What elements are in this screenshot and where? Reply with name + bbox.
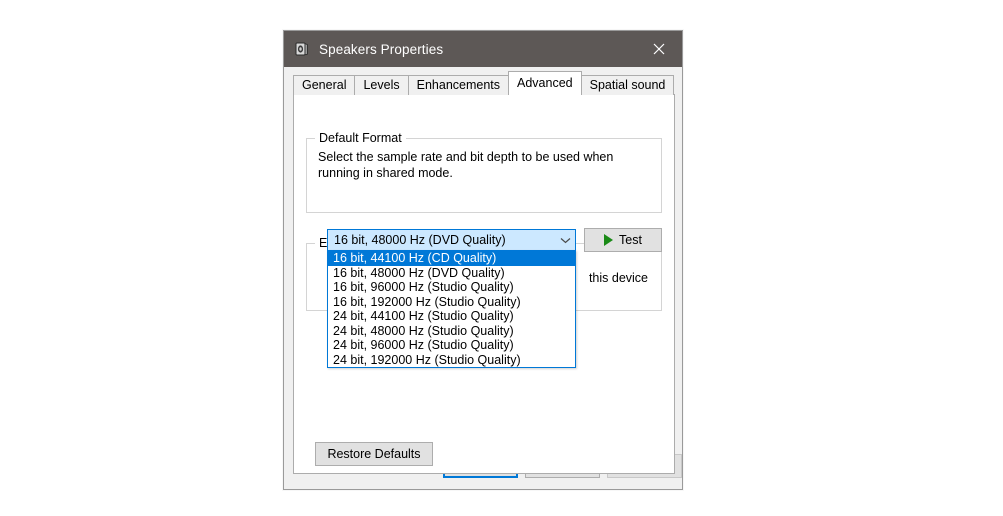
chevron-down-icon[interactable] bbox=[555, 237, 575, 244]
restore-defaults-label: Restore Defaults bbox=[327, 447, 421, 461]
list-item[interactable]: 16 bit, 48000 Hz (DVD Quality) bbox=[328, 266, 575, 281]
tab-levels[interactable]: Levels bbox=[354, 75, 409, 95]
screen: Speakers Properties General Levels Enhan… bbox=[0, 0, 1003, 516]
play-icon bbox=[604, 234, 614, 246]
tab-advanced[interactable]: Advanced bbox=[508, 71, 582, 95]
group-label-default-format: Default Format bbox=[315, 131, 406, 145]
tab-enhancements[interactable]: Enhancements bbox=[407, 75, 510, 95]
test-button-label: Test bbox=[619, 233, 642, 247]
list-item[interactable]: 24 bit, 96000 Hz (Studio Quality) bbox=[328, 338, 575, 353]
close-icon[interactable] bbox=[636, 31, 682, 67]
list-item[interactable]: 24 bit, 192000 Hz (Studio Quality) bbox=[328, 353, 575, 368]
list-item[interactable]: 24 bit, 48000 Hz (Studio Quality) bbox=[328, 324, 575, 339]
speakers-properties-dialog: Speakers Properties General Levels Enhan… bbox=[283, 30, 683, 490]
tab-page-advanced: Default Format Select the sample rate an… bbox=[293, 94, 675, 474]
test-button[interactable]: Test bbox=[584, 228, 662, 252]
titlebar: Speakers Properties bbox=[284, 31, 682, 67]
tab-strip: General Levels Enhancements Advanced Spa… bbox=[293, 71, 675, 95]
default-format-description: Select the sample rate and bit depth to … bbox=[318, 150, 614, 180]
list-item[interactable]: 16 bit, 44100 Hz (CD Quality) bbox=[328, 251, 575, 266]
tab-spatial-sound[interactable]: Spatial sound bbox=[580, 75, 675, 95]
restore-defaults-button[interactable]: Restore Defaults bbox=[315, 442, 433, 466]
sample-rate-combobox-value: 16 bit, 48000 Hz (DVD Quality) bbox=[334, 233, 506, 247]
sample-rate-dropdown-list[interactable]: 16 bit, 44100 Hz (CD Quality) 16 bit, 48… bbox=[327, 250, 576, 368]
group-default-format: Default Format Select the sample rate an… bbox=[306, 131, 662, 213]
window-title: Speakers Properties bbox=[319, 41, 444, 57]
speaker-icon bbox=[294, 41, 310, 57]
list-item[interactable]: 24 bit, 44100 Hz (Studio Quality) bbox=[328, 309, 575, 324]
tab-general[interactable]: General bbox=[293, 75, 356, 95]
list-item[interactable]: 16 bit, 96000 Hz (Studio Quality) bbox=[328, 280, 575, 295]
list-item[interactable]: 16 bit, 192000 Hz (Studio Quality) bbox=[328, 295, 575, 310]
sample-rate-combobox[interactable]: 16 bit, 48000 Hz (DVD Quality) bbox=[327, 229, 576, 251]
